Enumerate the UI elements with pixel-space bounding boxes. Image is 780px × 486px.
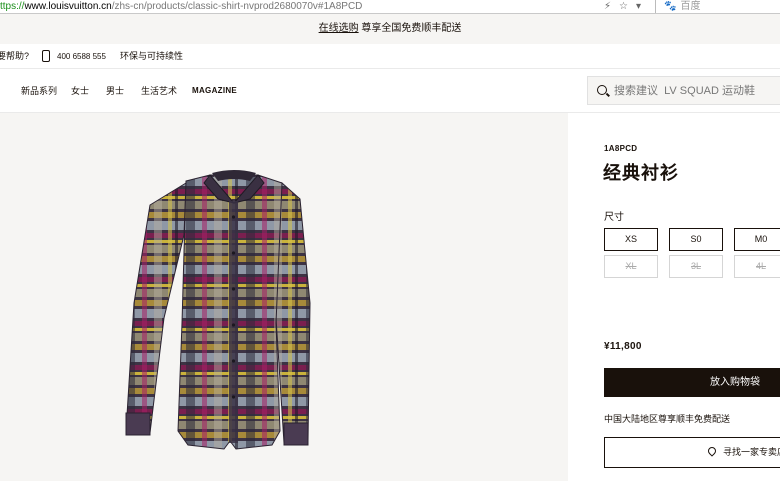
search-icon[interactable] [597,85,607,95]
find-store-label: 寻找一家专卖店 [723,447,780,457]
add-to-cart-button[interactable]: 放入购物袋 [604,368,780,397]
size-label: 尺寸 [604,212,624,223]
url-protocol: ttps:// [0,1,25,12]
nav-item-new[interactable]: 新品系列 [21,69,57,113]
lightning-icon[interactable]: ⚡ [604,1,611,12]
find-store-button[interactable]: 寻找一家专卖店 [604,437,780,468]
search-input[interactable] [614,82,774,100]
main-nav: 新品系列 女士 男士 生活艺术 MAGAZINE [0,69,780,113]
shipping-note: 中国大陆地区尊享顺丰免费配送 [604,414,731,424]
utility-bar: 要帮助? 400 6588 555 环保与可持续性 [0,44,780,69]
dropdown-icon[interactable]: ▾ [636,1,641,12]
product-image-shirt [125,170,311,450]
product-title: 经典衬衫 [603,163,679,183]
help-link[interactable]: 要帮助? [0,44,29,69]
size-option-xs[interactable]: XS [604,228,658,251]
baidu-paw-icon: 🐾 [664,1,677,12]
site-search[interactable] [587,76,780,105]
location-pin-icon [706,445,718,457]
size-option-4l-unavailable[interactable]: 4L [734,255,780,278]
url-host: www.louisvuitton.cn [24,1,112,12]
nav-item-magazine[interactable]: MAGAZINE [192,69,237,113]
size-option-xl-unavailable[interactable]: XL [604,255,658,278]
promo-shop-online-link[interactable]: 在线选购 [319,23,359,34]
product-details-panel: 1A8PCD 经典衬衫 尺寸 XS S0 M0 XL 3L 4L ¥11,800… [568,113,780,481]
address-bar-icons: ⚡ ☆ ▾ [604,0,641,13]
nav-item-art-of-living[interactable]: 生活艺术 [141,69,177,113]
nav-item-men[interactable]: 男士 [106,69,124,113]
size-option-m0[interactable]: M0 [734,228,780,251]
size-option-3l-unavailable[interactable]: 3L [669,255,723,278]
star-icon[interactable]: ☆ [619,1,628,12]
product-sku: 1A8PCD [604,144,638,153]
sustainability-link[interactable]: 环保与可持续性 [120,44,183,69]
browser-search-box[interactable]: 🐾 百度 [655,0,780,13]
size-option-s0[interactable]: S0 [669,228,723,251]
phone-icon [42,50,50,62]
phone-number[interactable]: 400 6588 555 [57,44,106,69]
product-gallery[interactable] [0,113,568,481]
url-path: /zhs-cn/products/classic-shirt-nvprod268… [111,1,363,12]
promo-banner: 在线选购 尊享全国免费顺丰配送 [0,14,780,44]
product-price: ¥11,800 [604,341,642,352]
nav-item-women[interactable]: 女士 [71,69,89,113]
search-engine-label: 百度 [680,1,701,12]
promo-text: 尊享全国免费顺丰配送 [358,23,462,34]
